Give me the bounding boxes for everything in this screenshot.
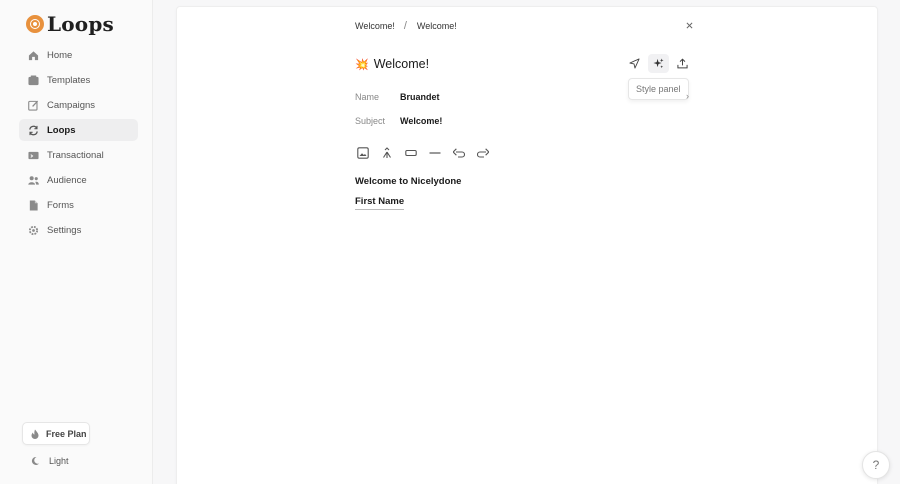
sidebar-item-label: Home: [47, 49, 73, 61]
audience-icon: [28, 175, 39, 186]
sidebar-item-label: Loops: [47, 124, 76, 136]
settings-icon: [28, 225, 39, 236]
upload-button[interactable]: [672, 54, 693, 73]
sidebar-item-label: Campaigns: [47, 99, 96, 111]
sidebar-item-loops[interactable]: Loops: [19, 119, 138, 141]
editor-toolbar-right: [624, 54, 693, 73]
sidebar-item-transactional[interactable]: Transactional: [19, 144, 138, 166]
home-icon: [28, 50, 39, 61]
subject-value[interactable]: Welcome!: [400, 116, 442, 126]
title-emoji: 💥: [355, 58, 369, 71]
undo-button[interactable]: [453, 147, 465, 159]
style-panel-tooltip: Style panel: [628, 78, 689, 100]
sidebar-item-forms[interactable]: Forms: [19, 194, 138, 216]
sidebar-item-label: Forms: [47, 199, 74, 211]
sidebar-item-home[interactable]: Home: [19, 44, 138, 66]
insert-image-button[interactable]: [357, 147, 369, 159]
page-title: Welcome!: [373, 57, 430, 71]
divider-icon: [429, 152, 441, 154]
subject-label: Subject: [355, 116, 386, 126]
forms-icon: [28, 199, 39, 211]
style-panel-button[interactable]: [648, 54, 669, 73]
button-icon: [405, 149, 417, 157]
breadcrumb-first[interactable]: Welcome!: [355, 21, 395, 31]
name-label: Name: [355, 92, 380, 102]
sidebar-item-label: Transactional: [47, 149, 104, 161]
name-value[interactable]: Bruandet: [400, 92, 440, 102]
logo-text: Loops: [47, 12, 114, 36]
campaigns-icon: [28, 100, 39, 111]
editor-card: Welcome! / Welcome! 💥 Welcome! Style pan…: [176, 6, 878, 484]
undo-icon: [453, 148, 465, 158]
moon-icon: [30, 456, 40, 466]
insert-button-button[interactable]: [405, 147, 417, 159]
theme-toggle[interactable]: Light: [30, 456, 69, 466]
first-name-merge-tag[interactable]: First Name: [355, 196, 405, 210]
email-body-heading[interactable]: Welcome to Nicelydone: [355, 176, 461, 187]
templates-icon: [28, 74, 39, 86]
close-icon: [686, 22, 692, 28]
redo-icon: [477, 148, 489, 158]
sidebar: Loops Home Templates Campaigns Loops Tra…: [0, 0, 153, 484]
send-button[interactable]: [624, 54, 645, 73]
redo-button[interactable]: [477, 147, 489, 159]
transactional-icon: [28, 150, 39, 161]
merge-tag-button[interactable]: [381, 147, 393, 159]
subject-field[interactable]: Subject Welcome!: [355, 116, 442, 126]
theme-label: Light: [49, 456, 69, 466]
loops-logo[interactable]: Loops: [26, 12, 114, 36]
breadcrumb: Welcome! / Welcome!: [355, 20, 457, 32]
sidebar-item-label: Templates: [47, 74, 91, 86]
email-title[interactable]: 💥 Welcome!: [355, 57, 429, 71]
flame-icon: [30, 429, 40, 439]
image-icon: [357, 147, 369, 159]
help-button[interactable]: ?: [862, 451, 890, 479]
logo-mark-icon: [26, 15, 44, 33]
free-plan-button[interactable]: Free Plan: [22, 422, 90, 445]
loops-icon: [28, 125, 39, 136]
sidebar-item-label: Settings: [47, 224, 82, 236]
editor-format-toolbar: [357, 147, 489, 159]
plan-label: Free Plan: [46, 428, 87, 439]
chevron-right-icon[interactable]: ›: [686, 91, 689, 101]
close-button[interactable]: [683, 19, 695, 31]
style-panel-icon: [653, 58, 664, 69]
sidebar-item-label: Audience: [47, 174, 87, 186]
breadcrumb-separator: /: [403, 20, 407, 32]
send-icon: [629, 58, 640, 69]
name-field[interactable]: Name Bruandet: [355, 92, 440, 102]
upload-icon: [677, 58, 688, 69]
sidebar-item-templates[interactable]: Templates: [19, 69, 138, 91]
insert-divider-button[interactable]: [429, 147, 441, 159]
sidebar-item-audience[interactable]: Audience: [19, 169, 138, 191]
help-icon: ?: [872, 458, 880, 472]
sidebar-item-campaigns[interactable]: Campaigns: [19, 94, 138, 116]
sidebar-nav: Home Templates Campaigns Loops Transacti…: [19, 44, 138, 244]
breadcrumb-second[interactable]: Welcome!: [417, 21, 457, 31]
merge-tag-icon: [383, 147, 391, 158]
sidebar-item-settings[interactable]: Settings: [19, 219, 138, 241]
